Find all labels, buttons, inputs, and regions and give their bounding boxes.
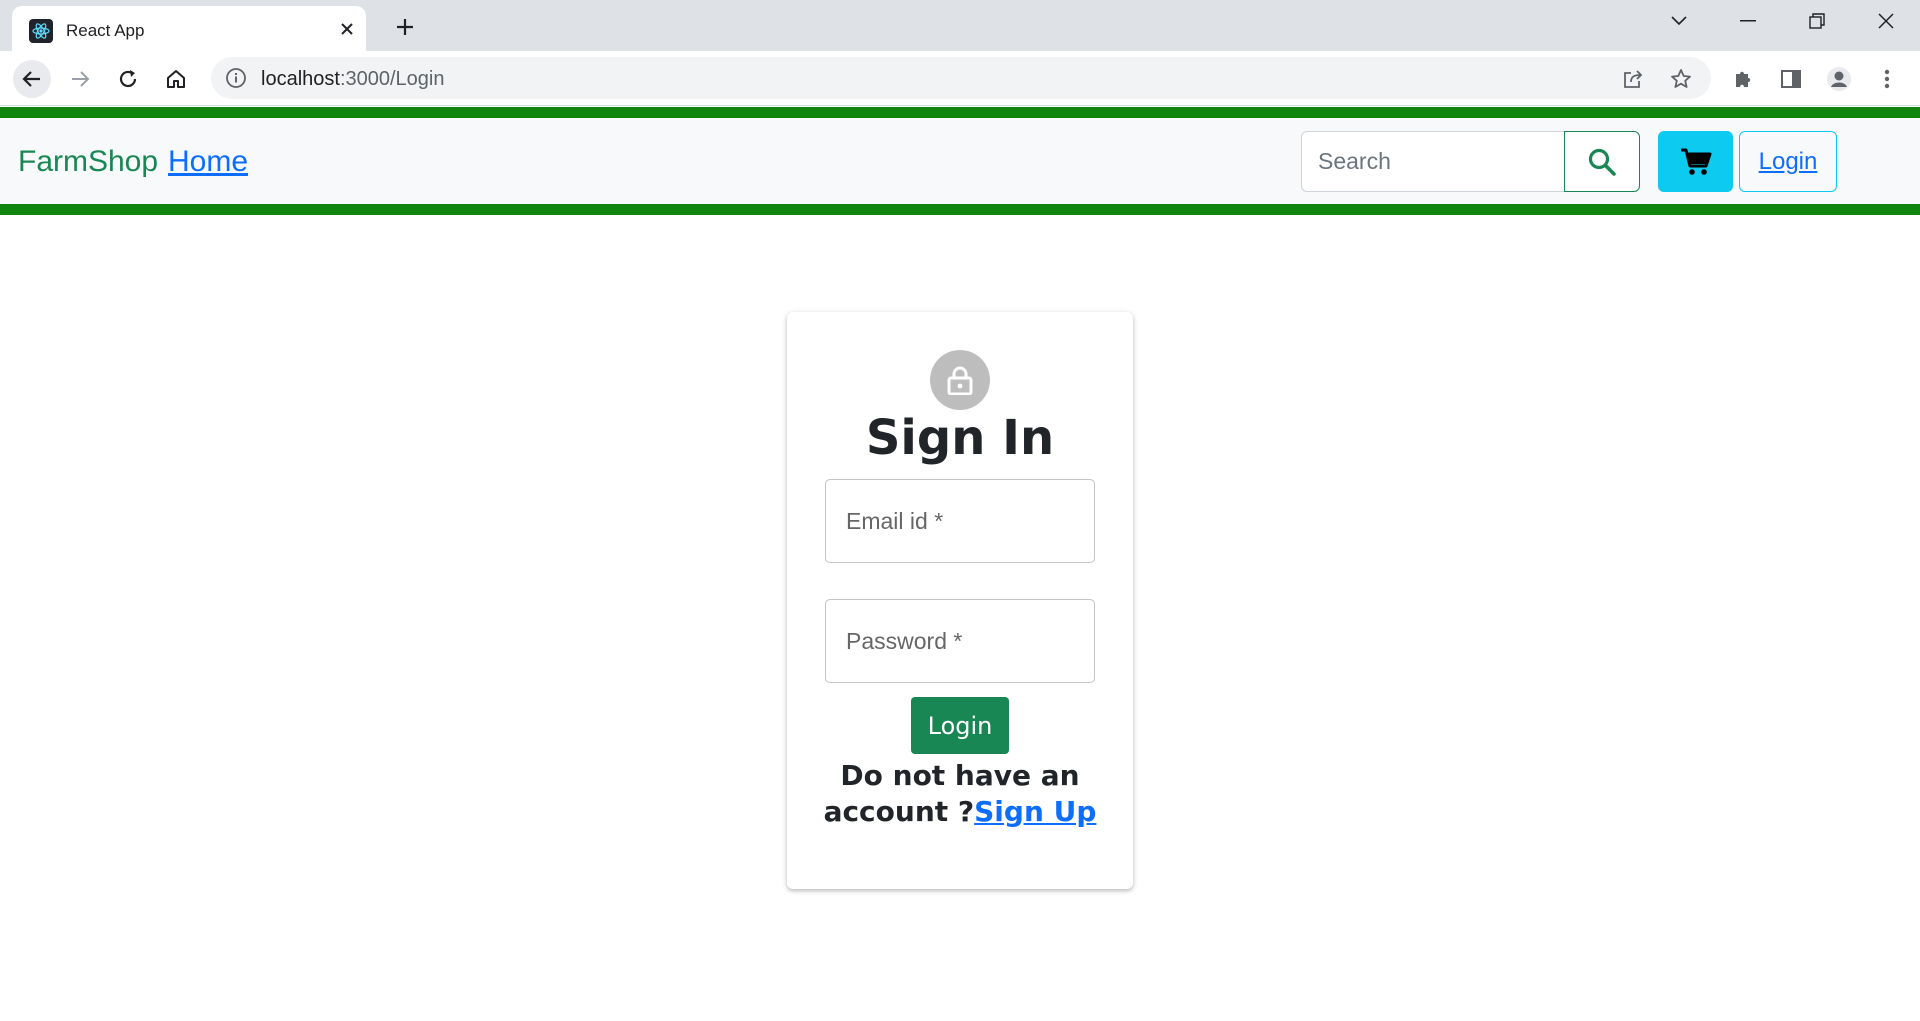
signin-title: Sign In bbox=[865, 410, 1055, 466]
tab-close-icon[interactable] bbox=[335, 17, 359, 41]
bookmark-star-icon[interactable] bbox=[1669, 67, 1693, 91]
brand-logo-text[interactable]: FarmShop bbox=[18, 145, 158, 179]
extensions-puzzle-icon[interactable] bbox=[1730, 66, 1756, 92]
no-account-prompt: Do not have an account ?Sign Up bbox=[817, 758, 1103, 830]
minimize-icon[interactable] bbox=[1728, 6, 1768, 36]
email-field[interactable] bbox=[825, 479, 1095, 563]
login-nav-button[interactable]: Login bbox=[1739, 131, 1837, 192]
login-submit-button[interactable]: Login bbox=[911, 697, 1009, 754]
window-close-icon[interactable] bbox=[1866, 6, 1906, 36]
react-favicon-icon bbox=[29, 19, 53, 43]
browser-tab[interactable]: React App bbox=[12, 6, 366, 51]
signin-card: Sign In Login Do not have an account ?Si… bbox=[787, 312, 1133, 889]
search-icon bbox=[1588, 148, 1616, 176]
new-tab-plus-icon[interactable] bbox=[390, 12, 420, 42]
chrome-menu-kebab-icon[interactable] bbox=[1874, 66, 1900, 92]
browser-tab-strip: React App bbox=[0, 0, 1920, 51]
search-button[interactable] bbox=[1564, 131, 1640, 192]
password-input[interactable] bbox=[826, 600, 1094, 682]
home-icon[interactable] bbox=[157, 60, 195, 98]
site-info-icon[interactable] bbox=[225, 67, 247, 89]
search-input[interactable] bbox=[1301, 131, 1565, 192]
address-bar[interactable]: localhost:3000/Login bbox=[211, 57, 1711, 99]
navbar-top-border bbox=[0, 107, 1920, 118]
browser-toolbar: localhost:3000/Login bbox=[0, 51, 1920, 106]
reload-icon[interactable] bbox=[109, 60, 147, 98]
tab-title: React App bbox=[66, 21, 145, 40]
restore-icon[interactable] bbox=[1797, 6, 1837, 36]
profile-avatar-icon[interactable] bbox=[1826, 66, 1852, 92]
cart-button[interactable] bbox=[1658, 131, 1733, 192]
back-arrow-icon[interactable] bbox=[13, 60, 51, 98]
password-field[interactable] bbox=[825, 599, 1095, 683]
shopping-cart-icon bbox=[1680, 148, 1711, 175]
url-host: localhost bbox=[261, 68, 340, 90]
navbar-bottom-border bbox=[0, 204, 1920, 215]
tab-search-chevron-icon[interactable] bbox=[1659, 6, 1699, 36]
lock-icon bbox=[947, 366, 973, 395]
share-icon[interactable] bbox=[1621, 67, 1645, 91]
url-path: :3000/Login bbox=[339, 68, 445, 90]
lock-avatar bbox=[930, 350, 990, 410]
app-navbar: FarmShop Home Login bbox=[0, 118, 1920, 204]
side-panel-icon[interactable] bbox=[1778, 66, 1804, 92]
email-input[interactable] bbox=[826, 480, 1094, 562]
url-text[interactable]: localhost:3000/Login bbox=[261, 68, 444, 91]
home-link[interactable]: Home bbox=[168, 145, 248, 179]
signup-link[interactable]: Sign Up bbox=[974, 795, 1096, 828]
forward-arrow-icon[interactable] bbox=[61, 60, 99, 98]
